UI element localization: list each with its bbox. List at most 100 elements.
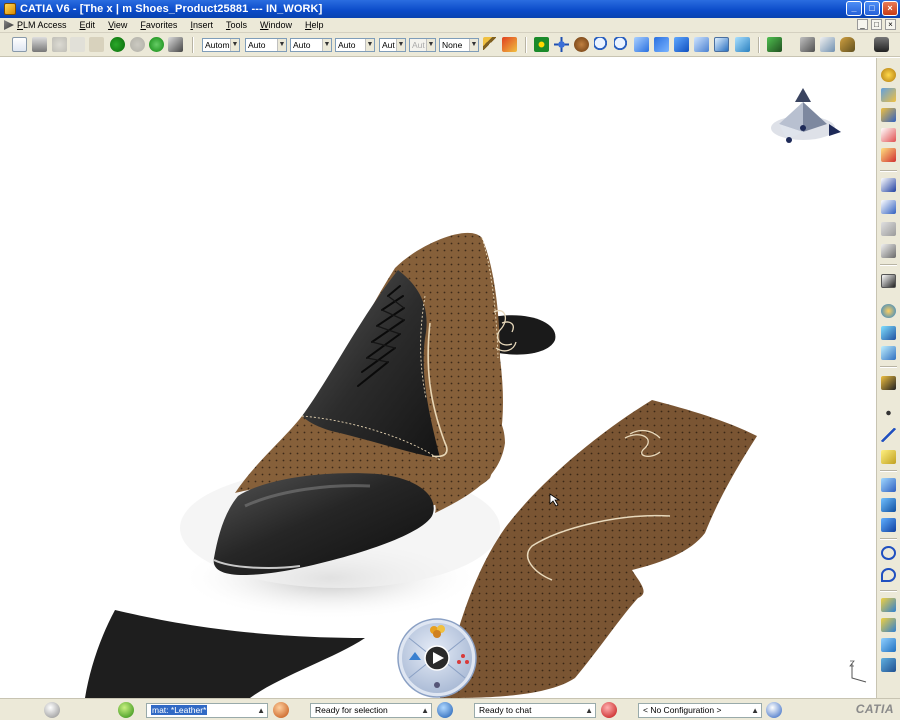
- 3d-compass[interactable]: [771, 88, 841, 143]
- revolve-icon[interactable]: [881, 618, 896, 632]
- sweep-icon[interactable]: [881, 346, 896, 360]
- mirror-icon[interactable]: [881, 658, 896, 672]
- menu-plm-access[interactable]: PLM Access: [17, 20, 67, 30]
- chevron-up-icon[interactable]: ▲: [421, 704, 429, 717]
- chevron-down-icon[interactable]: ▼: [230, 39, 239, 51]
- offset-icon[interactable]: [881, 518, 896, 532]
- chevron-up-icon[interactable]: ▲: [585, 704, 593, 717]
- configuration-icon[interactable]: [601, 702, 617, 718]
- scene-canvas[interactable]: [0, 58, 876, 698]
- tools-icon[interactable]: [735, 37, 750, 52]
- line-type-combo[interactable]: Auto ▼: [335, 38, 375, 52]
- chevron-up-icon[interactable]: ▲: [257, 704, 265, 717]
- painter-icon[interactable]: [502, 37, 517, 52]
- maximize-button[interactable]: □: [864, 1, 880, 16]
- shading-icon[interactable]: [674, 37, 689, 52]
- chevron-down-icon[interactable]: ▼: [322, 39, 331, 51]
- measure-icon[interactable]: [767, 37, 782, 52]
- document-menu-icon[interactable]: [4, 20, 14, 30]
- menu-help[interactable]: Help: [305, 20, 324, 30]
- paint-brush-icon[interactable]: [483, 37, 498, 52]
- stitch-icon[interactable]: [881, 148, 896, 162]
- axis-icon[interactable]: [881, 178, 896, 192]
- configuration-selector[interactable]: < No Configuration > ▲: [638, 703, 762, 718]
- shell-icon[interactable]: [881, 638, 896, 652]
- point-icon[interactable]: [881, 406, 896, 420]
- doc-restore-button[interactable]: □: [871, 19, 882, 30]
- paint-icon[interactable]: [881, 88, 896, 102]
- blend-icon[interactable]: [881, 478, 896, 492]
- 3d-viewport[interactable]: [0, 58, 876, 698]
- rendering-combo[interactable]: None ▼: [439, 38, 479, 52]
- line-thickness-combo[interactable]: Auto ▼: [290, 38, 332, 52]
- wrench-icon[interactable]: [800, 37, 815, 52]
- hammer-icon[interactable]: [881, 376, 896, 390]
- swap-visible-icon[interactable]: [714, 37, 729, 52]
- zoom-in-icon[interactable]: [594, 37, 609, 52]
- whats-this-icon[interactable]: [168, 37, 183, 52]
- iso-view-icon[interactable]: [654, 37, 669, 52]
- refresh-icon[interactable]: [149, 37, 164, 52]
- hide-show-icon[interactable]: [694, 37, 709, 52]
- navigation-robot[interactable]: [397, 618, 477, 698]
- sew-icon[interactable]: [881, 108, 896, 122]
- chevron-down-icon[interactable]: ▼: [426, 39, 435, 51]
- new-icon[interactable]: [12, 37, 27, 52]
- flatten-icon[interactable]: [881, 326, 896, 340]
- pan-icon[interactable]: [554, 37, 569, 52]
- menu-favorites[interactable]: Favorites: [140, 20, 177, 30]
- camera-icon[interactable]: [874, 37, 889, 52]
- layer-combo[interactable]: Aut ▼: [409, 38, 436, 52]
- chevron-down-icon[interactable]: ▼: [469, 39, 478, 51]
- menu-edit[interactable]: Edit: [80, 20, 96, 30]
- status-message: Ready for selection ▲: [310, 703, 432, 718]
- print-icon[interactable]: [32, 37, 47, 52]
- point-symbol-combo[interactable]: Aut ▼: [379, 38, 406, 52]
- collaboration-icon[interactable]: [766, 702, 782, 718]
- menu-insert[interactable]: Insert: [190, 20, 213, 30]
- menu-view[interactable]: View: [108, 20, 127, 30]
- sketch-icon[interactable]: [881, 244, 896, 258]
- chevron-down-icon[interactable]: ▼: [396, 39, 405, 51]
- search-icon[interactable]: [273, 702, 289, 718]
- pattern-icon[interactable]: [881, 128, 896, 142]
- surface-icon[interactable]: [881, 274, 896, 288]
- hand-icon[interactable]: [840, 37, 855, 52]
- paste-icon[interactable]: [89, 37, 104, 52]
- spiral-icon[interactable]: [881, 568, 896, 582]
- fur-icon[interactable]: [881, 68, 896, 82]
- redo-icon[interactable]: [130, 37, 145, 52]
- extrude-icon[interactable]: [881, 598, 896, 612]
- doc-minimize-button[interactable]: _: [857, 19, 868, 30]
- menu-tools[interactable]: Tools: [226, 20, 247, 30]
- circle-icon[interactable]: [881, 546, 896, 560]
- cone-icon[interactable]: [881, 222, 896, 236]
- compass-ball-icon[interactable]: [44, 702, 60, 718]
- normal-view-icon[interactable]: [634, 37, 649, 52]
- copy-icon[interactable]: [70, 37, 85, 52]
- color-combo[interactable]: Automa ▼: [202, 38, 240, 52]
- chevron-up-icon[interactable]: ▲: [751, 704, 759, 717]
- chevron-down-icon[interactable]: ▼: [365, 39, 374, 51]
- menu-window[interactable]: Window: [260, 20, 292, 30]
- grid-icon[interactable]: [820, 37, 835, 52]
- minimize-button[interactable]: _: [846, 1, 862, 16]
- transparency-combo[interactable]: Auto ▼: [245, 38, 287, 52]
- line-icon[interactable]: [881, 428, 896, 442]
- undo-icon[interactable]: [110, 37, 125, 52]
- rotate-icon[interactable]: [574, 37, 589, 52]
- chat-icon[interactable]: [437, 702, 453, 718]
- chevron-down-icon[interactable]: ▼: [277, 39, 286, 51]
- fit-all-icon[interactable]: [534, 37, 549, 52]
- flattened-vamp-pattern[interactable]: [85, 610, 365, 698]
- power-input-icon[interactable]: [118, 702, 134, 718]
- close-button[interactable]: ×: [882, 1, 898, 16]
- fill-icon[interactable]: [881, 498, 896, 512]
- plane-icon[interactable]: [881, 450, 896, 464]
- cut-icon[interactable]: [52, 37, 67, 52]
- dimension-icon[interactable]: [881, 200, 896, 214]
- power-input-field[interactable]: mat: *Leather* ▲: [146, 703, 268, 718]
- edge-icon[interactable]: [881, 304, 896, 318]
- doc-close-button[interactable]: ×: [885, 19, 896, 30]
- zoom-out-icon[interactable]: [614, 37, 629, 52]
